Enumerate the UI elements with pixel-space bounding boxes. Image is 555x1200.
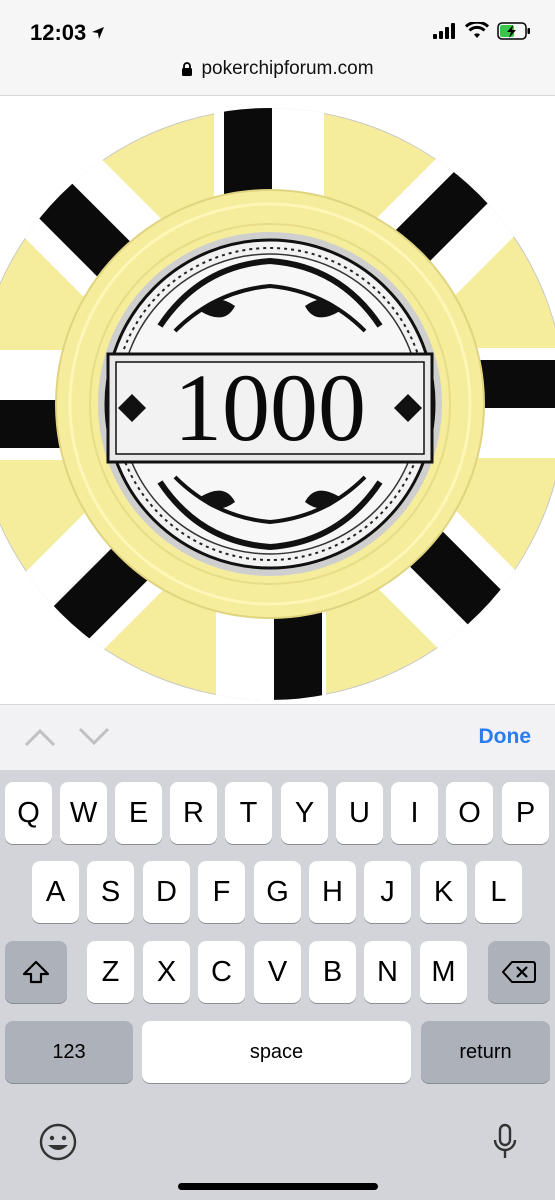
status-time-text: 12:03 [30,20,87,45]
key-t[interactable]: T [225,782,272,844]
previous-field-chevron-up-icon[interactable] [24,727,56,747]
shift-key[interactable] [5,941,67,1003]
lock-icon [182,61,193,76]
address-bar[interactable]: pokerchipforum.com [0,58,555,80]
key-d[interactable]: D [143,861,190,923]
key-h[interactable]: H [309,861,356,923]
key-l[interactable]: L [475,861,522,923]
chip-denomination: 1000 [174,354,366,461]
return-key[interactable]: return [421,1021,550,1083]
key-v[interactable]: V [254,941,301,1003]
key-b[interactable]: B [309,941,356,1003]
key-i[interactable]: I [391,782,438,844]
backspace-icon [502,961,536,983]
key-k[interactable]: K [420,861,467,923]
key-a[interactable]: A [32,861,79,923]
key-f[interactable]: F [198,861,245,923]
poker-chip-image: 1000 [0,108,555,700]
key-e[interactable]: E [115,782,162,844]
backspace-key[interactable] [488,941,550,1003]
status-icons [433,22,531,40]
url-text: pokerchipforum.com [201,58,374,79]
key-u[interactable]: U [336,782,383,844]
key-n[interactable]: N [364,941,411,1003]
keyboard: Q W E R T Y U I O P A S D F G H J K L Z … [0,770,555,1200]
key-r[interactable]: R [170,782,217,844]
key-m[interactable]: M [420,941,467,1003]
emoji-icon[interactable] [38,1122,78,1162]
microphone-icon[interactable] [492,1122,518,1162]
key-y[interactable]: Y [281,782,328,844]
key-z[interactable]: Z [87,941,134,1003]
next-field-chevron-down-icon[interactable] [78,727,110,747]
status-time: 12:03 [30,20,106,46]
key-q[interactable]: Q [5,782,52,844]
key-o[interactable]: O [446,782,493,844]
space-key[interactable]: space [142,1021,411,1083]
battery-charging-icon [497,22,530,40]
signal-icon [433,23,455,39]
home-indicator [178,1183,378,1190]
key-w[interactable]: W [60,782,107,844]
key-s[interactable]: S [87,861,134,923]
key-p[interactable]: P [502,782,549,844]
location-arrow-icon [92,27,105,39]
numbers-key[interactable]: 123 [5,1021,133,1083]
wifi-icon [465,22,489,38]
browser-top-bar: 12:03 pokerchipforum.com [0,0,555,96]
page-content: 1000 [0,96,555,704]
shift-arrow-icon [22,960,50,984]
key-x[interactable]: X [143,941,190,1003]
key-c[interactable]: C [198,941,245,1003]
keyboard-accessory-bar: Done [0,704,555,770]
key-j[interactable]: J [364,861,411,923]
done-button[interactable]: Done [479,725,532,749]
key-g[interactable]: G [254,861,301,923]
